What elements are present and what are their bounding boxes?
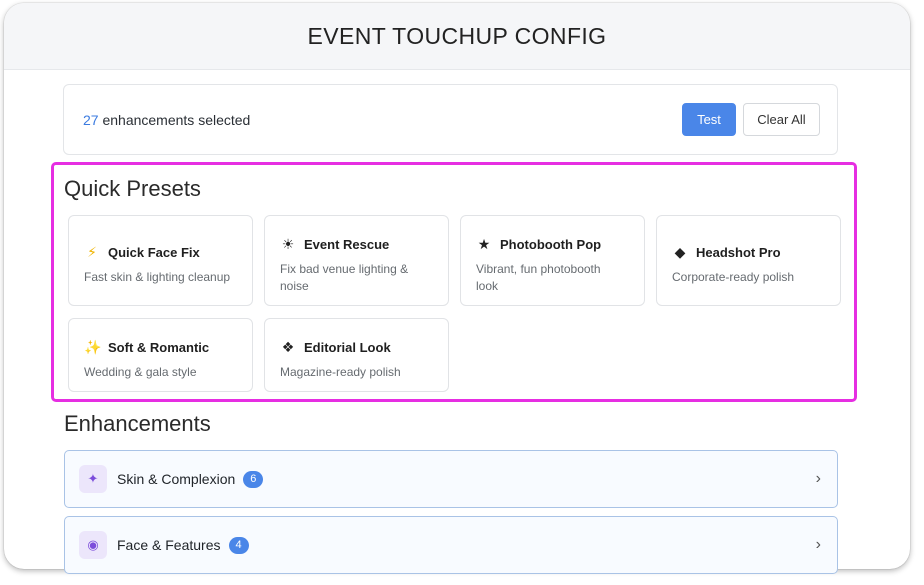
count-badge: 6 — [243, 470, 264, 488]
selection-summary-bar: 27 enhancements selected Test Clear All — [63, 84, 838, 155]
preset-card-header: ⚡ Quick Face Fix — [84, 244, 237, 261]
test-button[interactable]: Test — [682, 103, 736, 136]
enhancements-heading: Enhancements — [64, 411, 211, 436]
accordion-label: Skin & Complexion — [117, 471, 236, 487]
preset-name: Soft & Romantic — [108, 340, 210, 355]
preset-card-editorial-look[interactable]: ❖ Editorial Look Magazine-ready polish — [264, 318, 449, 392]
selection-summary: 27 enhancements selected — [83, 112, 250, 128]
page-title: EVENT TOUCHUP CONFIG — [307, 22, 607, 49]
lightning-icon: ⚡ — [87, 244, 97, 260]
selection-count: 27 — [83, 111, 99, 128]
star-icon: ★ — [477, 236, 491, 252]
preset-card-headshot-pro[interactable]: ◆ Headshot Pro Corporate-ready polish — [656, 215, 841, 306]
four-diamonds-icon: ❖ — [281, 339, 295, 355]
preset-description: Vibrant, fun photobooth look — [476, 262, 601, 293]
accordion-label: Face & Features — [117, 537, 221, 553]
preset-description: Wedding & gala style — [84, 365, 197, 379]
accordion-skin-complexion[interactable]: ✦ Skin & Complexion 6 › — [64, 450, 838, 508]
chevron-right-icon: › — [815, 470, 821, 487]
preset-card-quick-face-fix[interactable]: ⚡ Quick Face Fix Fast skin & lighting cl… — [68, 215, 253, 306]
preset-description: Fast skin & lighting cleanup — [84, 270, 231, 284]
preset-description: Magazine-ready polish — [280, 365, 401, 379]
preset-card-header: ✨ Soft & Romantic — [84, 339, 237, 356]
chevron-right-icon: › — [815, 536, 821, 553]
preset-name: Photobooth Pop — [500, 237, 602, 252]
app-header: EVENT TOUCHUP CONFIG — [4, 3, 910, 70]
preset-name: Editorial Look — [304, 340, 391, 355]
diamond-icon: ◆ — [674, 244, 686, 260]
preset-name: Quick Face Fix — [108, 245, 200, 260]
sparkles-icon: ✨ — [84, 339, 102, 355]
preset-card-header: ◆ Headshot Pro — [672, 244, 825, 261]
quick-presets-heading: Quick Presets — [64, 176, 201, 201]
clear-all-button[interactable]: Clear All — [743, 103, 820, 136]
count-badge: 4 — [228, 536, 249, 554]
face-target-icon: ◉ — [79, 531, 107, 559]
preset-card-header: ❖ Editorial Look — [280, 339, 433, 356]
summary-actions: Test Clear All — [682, 103, 820, 136]
sun-icon: ☀ — [281, 236, 295, 252]
preset-card-header: ☀ Event Rescue — [280, 236, 433, 253]
preset-name: Headshot Pro — [696, 245, 781, 260]
accordion-face-features[interactable]: ◉ Face & Features 4 › — [64, 516, 838, 574]
preset-card-photobooth-pop[interactable]: ★ Photobooth Pop Vibrant, fun photobooth… — [460, 215, 645, 306]
preset-card-soft-romantic[interactable]: ✨ Soft & Romantic Wedding & gala style — [68, 318, 253, 392]
selection-summary-text: enhancements selected — [98, 111, 251, 128]
preset-description: Corporate-ready polish — [672, 270, 795, 284]
preset-card-event-rescue[interactable]: ☀ Event Rescue Fix bad venue lighting & … — [264, 215, 449, 306]
sparkle-icon: ✦ — [79, 465, 107, 493]
preset-description: Fix bad venue lighting & noise — [280, 262, 409, 293]
preset-name: Event Rescue — [304, 237, 390, 252]
preset-card-header: ★ Photobooth Pop — [476, 236, 629, 253]
